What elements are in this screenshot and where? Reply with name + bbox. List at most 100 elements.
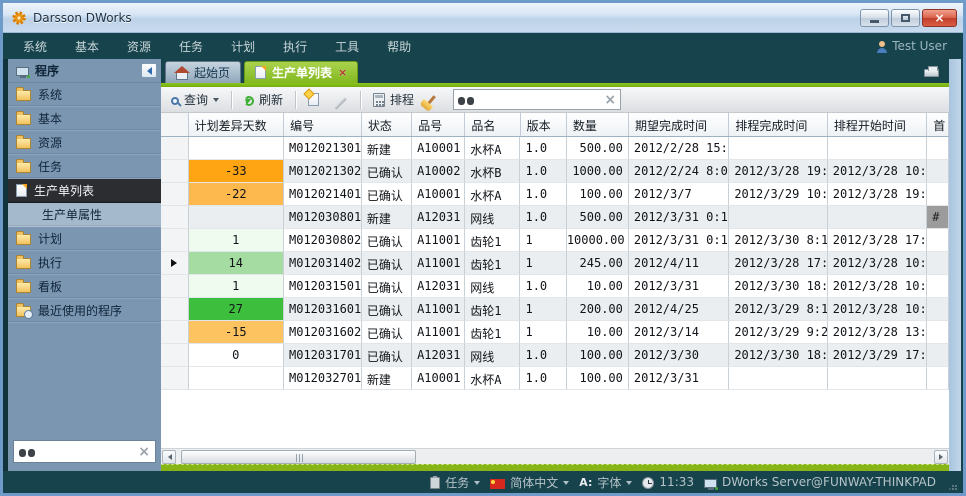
cell-status[interactable]: 新建 [362,206,412,229]
cell-extra[interactable] [927,229,949,252]
refresh-button[interactable]: 刷新 [240,89,287,110]
column-header-version[interactable]: 版本 [521,113,567,136]
cell-item_no[interactable]: A10002 [412,160,465,183]
cell-diff[interactable]: 14 [189,252,284,275]
title-bar[interactable]: Darsson DWorks × [3,3,963,33]
cell-qty[interactable]: 100.00 [567,344,629,367]
cell-version[interactable]: 1.0 [520,160,566,183]
cell-version[interactable]: 1 [520,298,566,321]
cell-status[interactable]: 已确认 [362,321,412,344]
font-menu[interactable]: A: 字体 [579,474,632,491]
cell-diff[interactable]: 1 [189,229,284,252]
toolbar-search-input[interactable] [479,92,599,108]
scroll-right-button[interactable] [934,450,948,464]
cell-item_no[interactable]: A12031 [412,206,465,229]
cell-sched_start[interactable]: 2012/3/28 19:10 [828,183,927,206]
cell-qty[interactable]: 200.00 [567,298,629,321]
task-menu[interactable]: 任务 [430,474,480,491]
cell-version[interactable]: 1.0 [520,344,566,367]
cell-qty[interactable]: 100.00 [567,367,629,390]
column-header-sched_start[interactable]: 排程开始时间 [828,113,927,136]
cell-item_name[interactable]: 水杯B [465,160,520,183]
clean-button[interactable] [424,92,443,107]
cell-item_name[interactable]: 水杯A [465,137,520,160]
cell-qty[interactable]: 100.00 [567,183,629,206]
row-selector[interactable] [161,183,189,206]
cell-sched_start[interactable]: 2012/3/28 10:52 [828,160,927,183]
cell-version[interactable]: 1.0 [520,206,566,229]
cell-id[interactable]: M012031701 [284,344,362,367]
sidebar-collapse-button[interactable] [141,63,157,78]
cell-status[interactable]: 已确认 [362,160,412,183]
cell-item_name[interactable]: 水杯A [465,183,520,206]
table-row[interactable]: M012021301新建A10001水杯A1.0500.002012/2/28 … [161,137,949,160]
cell-status[interactable]: 已确认 [362,183,412,206]
sidebar-item-1[interactable]: 基本 [8,107,161,131]
close-button[interactable]: × [922,9,957,27]
menu-item-5[interactable]: 执行 [269,34,321,59]
cell-id[interactable]: M012031501 [284,275,362,298]
cell-id[interactable]: M012031601 [284,298,362,321]
cell-status[interactable]: 已确认 [362,275,412,298]
menu-item-7[interactable]: 帮助 [373,34,425,59]
cell-expected[interactable]: 2012/4/11 [629,252,729,275]
cell-expected[interactable]: 2012/3/7 [629,183,729,206]
cell-sched_end[interactable]: 2012/3/30 18:00 [729,275,827,298]
cell-version[interactable]: 1.0 [520,367,566,390]
column-header-item_name[interactable]: 品名 [465,113,520,136]
scrollbar-thumb[interactable] [181,450,416,464]
table-row[interactable]: 0M012031701已确认A12031网线1.0100.002012/3/30… [161,344,949,367]
cell-diff[interactable] [189,367,284,390]
cell-expected[interactable]: 2012/3/31 [629,367,729,390]
cell-expected[interactable]: 2012/2/24 8:00 [629,160,729,183]
cell-sched_end[interactable]: 2012/3/30 8:15 [729,229,827,252]
cell-sched_start[interactable] [828,137,927,160]
sidebar-item-0[interactable]: 系统 [8,83,161,107]
row-selector[interactable] [161,321,189,344]
cell-sched_end[interactable] [729,367,827,390]
cell-extra[interactable] [927,344,949,367]
cell-extra[interactable] [927,275,949,298]
cell-item_no[interactable]: A11001 [412,321,465,344]
cell-item_no[interactable]: A11001 [412,229,465,252]
cell-qty[interactable]: 1000.00 [567,160,629,183]
cell-item_name[interactable]: 齿轮1 [465,298,520,321]
edit-button[interactable] [329,92,352,107]
cell-extra[interactable] [927,183,949,206]
menu-item-3[interactable]: 任务 [165,34,217,59]
cell-sched_end[interactable]: 2012/3/28 19:10 [729,160,827,183]
cell-item_name[interactable]: 网线 [465,344,520,367]
cell-sched_start[interactable]: 2012/3/28 10:52 [828,275,927,298]
cell-status[interactable]: 已确认 [362,344,412,367]
cell-id[interactable]: M012030802 [284,229,362,252]
cell-version[interactable]: 1 [520,321,566,344]
cell-sched_end[interactable]: 2012/3/29 10:20 [729,183,827,206]
sidebar-search-input[interactable] [40,444,133,460]
chevron-down-icon[interactable] [213,98,219,105]
table-row[interactable]: 27M012031601已确认A11001齿轮11200.002012/4/25… [161,298,949,321]
column-header-expected[interactable]: 期望完成时间 [629,113,729,136]
cell-extra[interactable] [927,298,949,321]
cell-sched_end[interactable]: 2012/3/28 17:13 [729,252,827,275]
cell-sched_start[interactable]: 2012/3/28 10:52 [828,298,927,321]
menu-item-2[interactable]: 资源 [113,34,165,59]
cell-diff[interactable]: 27 [189,298,284,321]
table-row[interactable]: 1M012030802已确认A11001齿轮1110000.002012/3/3… [161,229,949,252]
table-row[interactable]: 1M012031501已确认A12031网线1.010.002012/3/312… [161,275,949,298]
cell-id[interactable]: M012021301 [284,137,362,160]
cell-qty[interactable]: 10.00 [567,321,629,344]
cell-qty[interactable]: 10.00 [567,275,629,298]
cell-id[interactable]: M012031602 [284,321,362,344]
cell-expected[interactable]: 2012/3/31 0:10 [629,206,729,229]
column-header-item_no[interactable]: 品号 [412,113,465,136]
toolbar-search-clear-icon[interactable]: × [604,93,616,107]
cell-item_no[interactable]: A11001 [412,298,465,321]
sidebar-item-4[interactable]: 生产单列表 [8,179,161,203]
cell-diff[interactable]: 0 [189,344,284,367]
cell-sched_start[interactable]: 2012/3/28 13:40 [828,321,927,344]
cell-qty[interactable]: 245.00 [567,252,629,275]
cell-expected[interactable]: 2012/3/31 0:17 [629,229,729,252]
cell-diff[interactable]: -33 [189,160,284,183]
cell-version[interactable]: 1.0 [520,183,566,206]
query-button[interactable]: 查询 [167,89,223,110]
